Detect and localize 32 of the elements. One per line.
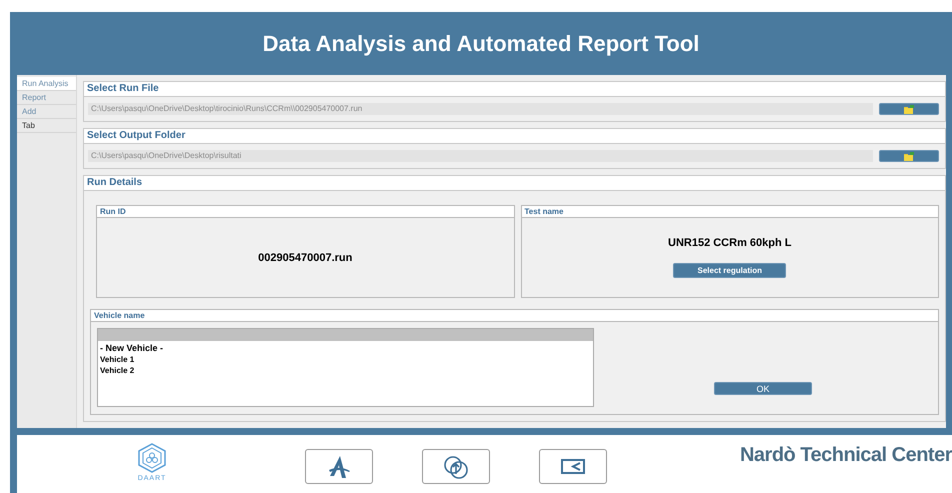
sidebar-tab[interactable]: Run Analysis (17, 77, 76, 91)
panel-title: Run Details (84, 176, 945, 191)
path-field[interactable]: C:\Users\pasqu\OneDrive\Desktop\risultati (88, 150, 873, 162)
list-item[interactable]: - New Vehicle - (98, 341, 593, 354)
list-item[interactable]: Vehicle 1 (98, 354, 593, 365)
panel-title: Select Run File (84, 82, 945, 97)
folder-icon (904, 104, 914, 114)
list-item[interactable]: Vehicle 2 (98, 365, 593, 376)
hexagon-logo-icon (137, 443, 167, 473)
group-title: Test name (522, 206, 938, 218)
test-name-value: UNR152 CCRm 60kph L (668, 237, 792, 249)
toolbar-button[interactable] (422, 449, 490, 484)
brand-name: Nardò Technical Center (740, 443, 952, 467)
ok-button[interactable]: OK (714, 382, 812, 395)
browse-button[interactable] (879, 103, 939, 115)
toolbar-button[interactable] (539, 449, 607, 484)
sync-arrows-icon (443, 454, 469, 480)
a-logo-icon (326, 454, 352, 480)
panel-title: Select Output Folder (84, 129, 945, 144)
folder-icon (904, 152, 914, 160)
vehicle-list[interactable]: - New Vehicle - Vehicle 1 Vehicle 2 (97, 328, 594, 407)
sidebar-tab[interactable]: Add (17, 105, 76, 119)
path-field[interactable]: C:\Users\pasqu\OneDrive\Desktop\tirocinio\Runs\CCRm\\002905470007.run (88, 103, 873, 115)
toolbar-button[interactable] (305, 449, 373, 484)
sidebar-tab[interactable]: Tab (17, 119, 76, 133)
app-title: Data Analysis and Automated Report Tool (262, 30, 700, 56)
browse-button[interactable] (879, 150, 939, 162)
sidebar-tab[interactable]: Report (17, 91, 76, 105)
run-id-value: 002905470007.run (258, 252, 352, 264)
group-title: Vehicle name (91, 310, 938, 322)
select-regulation-button[interactable]: Select regulation (673, 263, 786, 278)
group-title: Run ID (97, 206, 514, 218)
